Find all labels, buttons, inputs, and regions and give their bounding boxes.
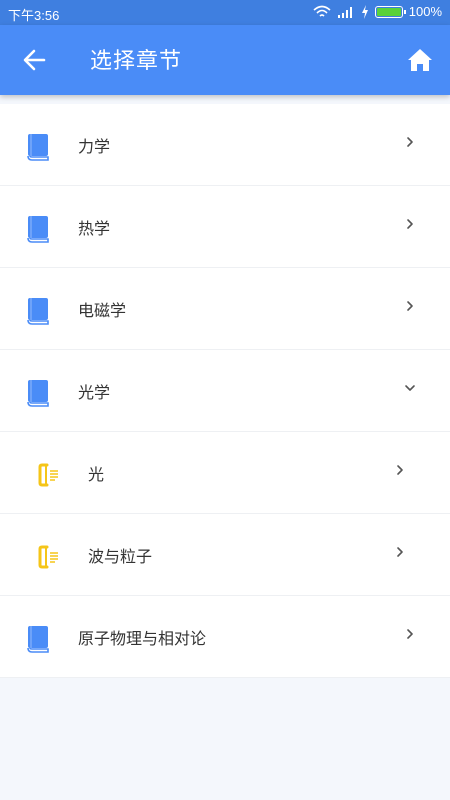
section-item[interactable]: 光: [0, 432, 450, 514]
status-time: 下午3:56: [8, 8, 60, 23]
arrow-left-icon[interactable]: [18, 44, 52, 76]
book-icon: [26, 215, 50, 247]
status-icons: 100%: [313, 4, 442, 19]
chapter-label: 光: [88, 465, 105, 484]
chevron-right-icon: [407, 137, 413, 147]
chapter-item[interactable]: 热学: [0, 186, 450, 268]
chapter-item[interactable]: 电磁学: [0, 268, 450, 350]
lesson-icon: [38, 544, 60, 574]
battery-icon: [374, 5, 406, 18]
book-icon: [26, 379, 50, 411]
app-bar: 选择章节: [0, 25, 450, 95]
wifi-icon: [313, 5, 331, 17]
book-icon: [26, 133, 50, 165]
battery-fill: [376, 7, 401, 16]
lesson-icon: [38, 462, 60, 492]
chevron-right-icon: [407, 219, 413, 229]
chapter-label: 热学: [78, 219, 111, 238]
chevron-right-icon: [407, 629, 413, 639]
signal-icon: [337, 6, 352, 18]
charging-icon: [361, 4, 368, 19]
chevron-down-icon: [405, 385, 415, 391]
chapter-label: 原子物理与相对论: [78, 629, 207, 648]
chapter-label: 光学: [78, 383, 111, 402]
chapter-label: 波与粒子: [88, 547, 153, 566]
chapter-item[interactable]: 力学: [0, 104, 450, 186]
chapter-label: 力学: [78, 137, 111, 156]
page-title: 选择章节: [90, 49, 183, 74]
chapter-list: 力学热学电磁学光学光波与粒子原子物理与相对论: [0, 104, 450, 678]
chapter-label: 电磁学: [78, 301, 127, 320]
chevron-right-icon: [407, 301, 413, 311]
chevron-right-icon: [397, 547, 403, 557]
battery-text: 100%: [408, 4, 442, 19]
home-icon[interactable]: [406, 46, 434, 74]
status-bar: 下午3:56 100%: [0, 0, 450, 25]
book-icon: [26, 297, 50, 329]
chevron-right-icon: [397, 465, 403, 475]
chapter-item[interactable]: 光学: [0, 350, 450, 432]
book-icon: [26, 625, 50, 657]
chapter-item[interactable]: 原子物理与相对论: [0, 596, 450, 678]
section-item[interactable]: 波与粒子: [0, 514, 450, 596]
